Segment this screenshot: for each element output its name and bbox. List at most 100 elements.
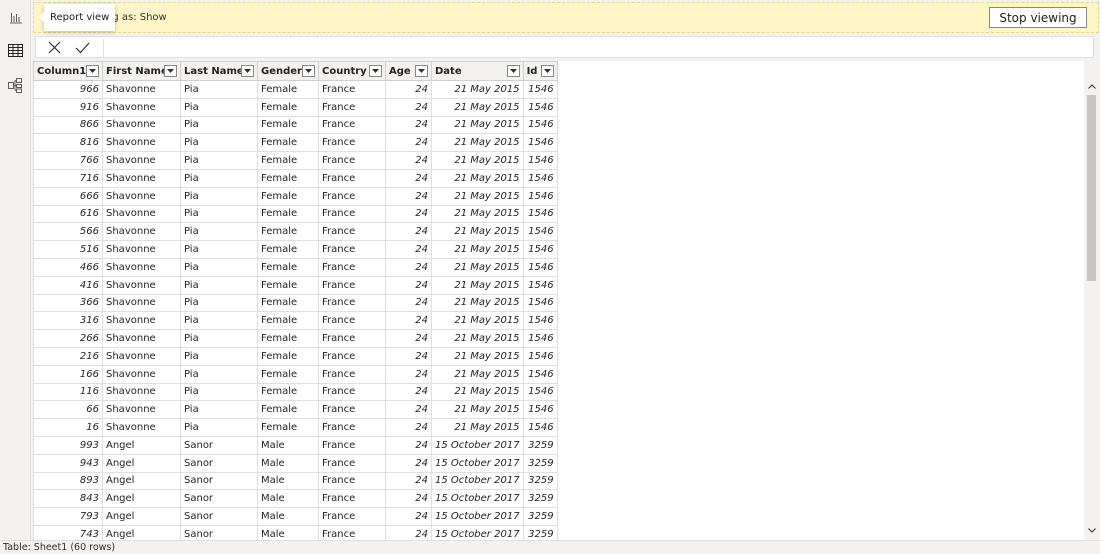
table-cell[interactable]: France (318, 489, 386, 509)
table-cell[interactable]: Female (257, 293, 319, 313)
table-cell[interactable]: Female (257, 186, 319, 206)
table-cell[interactable]: 21 May 2015 (431, 115, 524, 135)
table-cell[interactable]: France (318, 275, 386, 295)
table-cell[interactable]: France (318, 507, 386, 526)
table-cell[interactable]: Pia (180, 346, 258, 366)
filter-dropdown-icon[interactable] (302, 65, 315, 77)
table-cell[interactable]: Angel (102, 471, 181, 491)
table-cell[interactable]: Shavonne (102, 133, 181, 153)
table-cell[interactable]: France (318, 97, 386, 117)
filter-dropdown-icon[interactable] (506, 65, 520, 77)
table-cell[interactable]: 24 (385, 80, 432, 99)
table-cell[interactable]: 21 May 2015 (431, 311, 524, 331)
table-cell[interactable]: France (318, 293, 386, 313)
table-cell[interactable]: Female (257, 329, 319, 348)
table-cell[interactable]: 966 (33, 80, 103, 99)
table-cell[interactable]: 1546 (522, 204, 558, 224)
column-header[interactable]: Country (318, 61, 386, 81)
table-row[interactable]: 366 Shavonne Pia Female France 24 21 May 2015 1… (33, 293, 558, 313)
table-row[interactable]: 793 Angel Sanor Male France 24 15 October 2017… (33, 507, 558, 526)
table-cell[interactable]: Pia (180, 204, 258, 224)
table-cell[interactable]: 24 (385, 364, 432, 384)
commit-edit-button[interactable] (69, 38, 95, 58)
table-cell[interactable]: Female (257, 80, 319, 99)
table-cell[interactable]: 3259 (522, 471, 558, 491)
table-cell[interactable]: 21 May 2015 (431, 186, 524, 206)
table-cell[interactable]: Pia (180, 275, 258, 295)
table-cell[interactable]: France (318, 80, 386, 99)
scrollbar-thumb[interactable] (1087, 95, 1096, 281)
table-cell[interactable]: Pia (180, 186, 258, 206)
table-cell[interactable]: 416 (33, 275, 103, 295)
table-cell[interactable]: 24 (385, 311, 432, 331)
table-cell[interactable]: Shavonne (102, 222, 181, 242)
table-cell[interactable]: 24 (385, 329, 432, 348)
table-cell[interactable]: 866 (33, 115, 103, 135)
table-cell[interactable]: Sanor (180, 507, 258, 526)
table-cell[interactable]: Pia (180, 329, 258, 348)
filter-dropdown-icon[interactable] (86, 65, 99, 77)
table-cell[interactable]: Shavonne (102, 418, 181, 437)
table-cell[interactable]: Female (257, 400, 319, 420)
table-cell[interactable]: Sanor (180, 489, 258, 509)
report-view-button[interactable] (0, 2, 31, 32)
table-cell[interactable]: Female (257, 364, 319, 384)
table-cell[interactable]: 21 May 2015 (431, 382, 524, 402)
table-cell[interactable]: 893 (33, 471, 103, 491)
table-cell[interactable]: 15 October 2017 (431, 471, 524, 491)
table-cell[interactable]: Shavonne (102, 275, 181, 295)
table-cell[interactable]: Female (257, 382, 319, 402)
table-cell[interactable]: Female (257, 257, 319, 277)
table-cell[interactable]: Male (257, 471, 319, 491)
table-cell[interactable]: 166 (33, 364, 103, 384)
table-cell[interactable]: 21 May 2015 (431, 80, 524, 99)
table-row[interactable]: 766 Shavonne Pia Female France 24 21 May 2015 1… (33, 151, 558, 170)
table-cell[interactable]: 3259 (522, 507, 558, 526)
table-cell[interactable]: Shavonne (102, 346, 181, 366)
scroll-down-arrow-icon[interactable] (1085, 524, 1098, 536)
table-cell[interactable]: Pia (180, 364, 258, 384)
table-cell[interactable]: 66 (33, 400, 103, 420)
table-cell[interactable]: 1546 (522, 257, 558, 277)
table-cell[interactable]: Male (257, 453, 319, 473)
table-cell[interactable]: 466 (33, 257, 103, 277)
table-cell[interactable]: 743 (33, 524, 103, 540)
table-cell[interactable]: 1546 (522, 97, 558, 117)
table-cell[interactable]: Pia (180, 400, 258, 420)
table-cell[interactable]: 21 May 2015 (431, 329, 524, 348)
table-cell[interactable]: 24 (385, 240, 432, 259)
table-cell[interactable]: Female (257, 346, 319, 366)
table-row[interactable]: 666 Shavonne Pia Female France 24 21 May 2015 1… (33, 186, 558, 206)
table-cell[interactable]: 1546 (522, 364, 558, 384)
table-cell[interactable]: France (318, 311, 386, 331)
column-header[interactable]: First Name (102, 61, 181, 81)
filter-dropdown-icon[interactable] (540, 65, 554, 77)
table-row[interactable]: 316 Shavonne Pia Female France 24 21 May 2015 1… (33, 311, 558, 331)
table-cell[interactable]: 1546 (522, 222, 558, 242)
table-cell[interactable]: Shavonne (102, 329, 181, 348)
table-cell[interactable]: 24 (385, 346, 432, 366)
table-cell[interactable]: France (318, 257, 386, 277)
table-cell[interactable]: 15 October 2017 (431, 489, 524, 509)
table-cell[interactable]: 15 October 2017 (431, 524, 524, 540)
table-cell[interactable]: 916 (33, 97, 103, 117)
table-cell[interactable]: France (318, 382, 386, 402)
table-cell[interactable]: Male (257, 524, 319, 540)
table-cell[interactable]: 24 (385, 382, 432, 402)
table-cell[interactable]: Female (257, 240, 319, 259)
table-cell[interactable]: 24 (385, 489, 432, 509)
table-cell[interactable]: 1546 (522, 400, 558, 420)
table-cell[interactable]: 1546 (522, 346, 558, 366)
table-cell[interactable]: 3259 (522, 435, 558, 455)
table-cell[interactable]: 3259 (522, 524, 558, 540)
table-cell[interactable]: France (318, 222, 386, 242)
table-cell[interactable]: 3259 (522, 489, 558, 509)
table-cell[interactable]: 1546 (522, 329, 558, 348)
model-view-button[interactable] (0, 70, 31, 100)
table-cell[interactable]: 21 May 2015 (431, 97, 524, 117)
table-cell[interactable]: 21 May 2015 (431, 204, 524, 224)
table-cell[interactable]: France (318, 151, 386, 170)
table-row[interactable]: 216 Shavonne Pia Female France 24 21 May 2015 1… (33, 346, 558, 366)
table-cell[interactable]: 566 (33, 222, 103, 242)
table-cell[interactable]: 1546 (522, 133, 558, 153)
